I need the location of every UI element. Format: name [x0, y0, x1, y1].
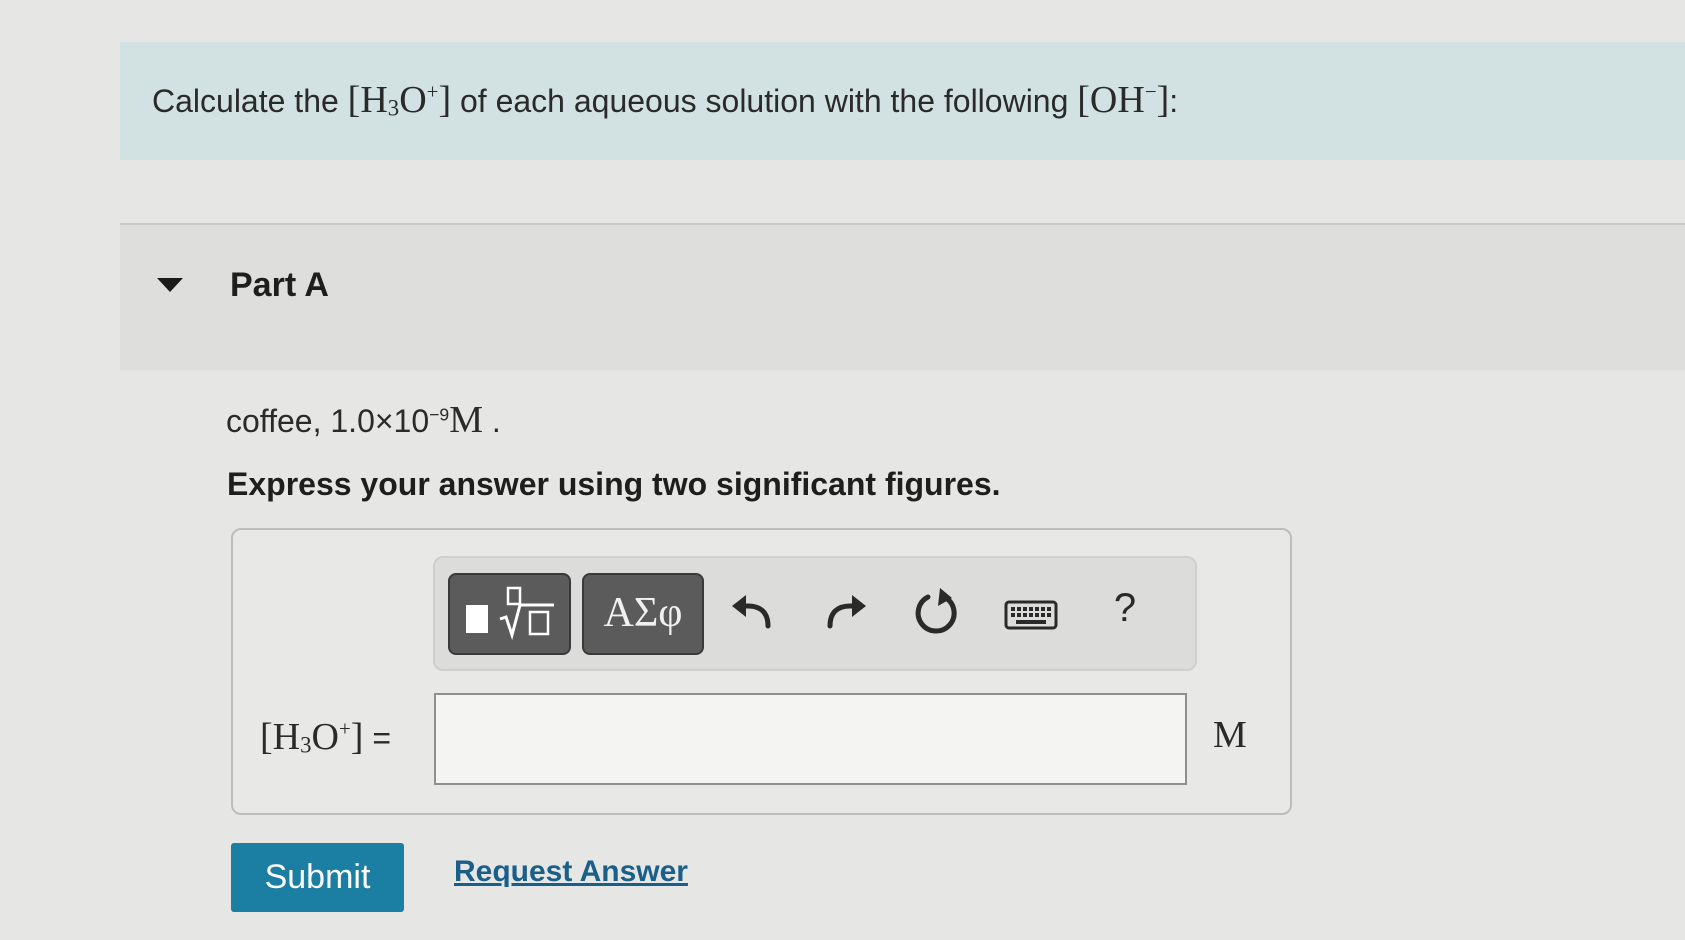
problem-prompt: coffee, 1.0×10−9M . — [226, 398, 501, 442]
prompt-mantissa: 1.0×10 — [330, 403, 430, 439]
lhs-equals: = — [363, 720, 391, 756]
submit-button[interactable]: Submit — [231, 843, 404, 912]
help-button[interactable]: ? — [1090, 586, 1160, 650]
question-text-end: : — [1169, 83, 1179, 119]
prompt-solution: coffee, — [226, 403, 331, 439]
templates-icon — [466, 586, 554, 641]
answer-variable-label: [H3O+] = — [260, 715, 391, 759]
h3o-formula: [H3O+] — [348, 79, 451, 121]
prompt-exponent: −9 — [429, 404, 450, 425]
prompt-unit: M — [449, 399, 483, 441]
oh-bracket-oh: [OH — [1077, 79, 1145, 121]
lhs-charge: + — [338, 716, 351, 741]
question-text: Calculate the [H3O+] of each aqueous sol… — [152, 78, 1178, 122]
lhs-oxygen: O — [311, 716, 339, 758]
h3o-bracket-h: [H — [347, 79, 388, 121]
keyboard-icon[interactable] — [996, 582, 1066, 646]
help-icon: ? — [1113, 586, 1137, 630]
lhs-subscript: 3 — [300, 732, 312, 758]
lhs-bracket-h: [H — [260, 716, 301, 758]
reset-icon[interactable] — [902, 582, 972, 646]
question-text-start: Calculate the — [152, 83, 348, 119]
undo-icon[interactable] — [718, 582, 788, 646]
part-title[interactable]: Part A — [230, 266, 329, 305]
oh-bracket-close: ] — [1156, 79, 1170, 121]
h3o-charge: + — [426, 79, 439, 104]
request-answer-link[interactable]: Request Answer — [454, 855, 688, 889]
oh-formula: [OH−] — [1077, 79, 1169, 121]
collapse-triangle-icon[interactable] — [157, 278, 183, 292]
question-text-middle: of each aqueous solution with the follow… — [451, 83, 1078, 119]
h3o-subscript: 3 — [387, 95, 400, 121]
answer-unit: M — [1213, 714, 1247, 756]
answer-input[interactable] — [434, 693, 1187, 785]
h3o-oxygen: O — [399, 79, 427, 121]
part-a-header[interactable] — [120, 225, 1685, 370]
instruction-text: Express your answer using two significan… — [227, 466, 1001, 502]
h3o-bracket-close: ] — [438, 79, 452, 121]
greek-symbols-button[interactable]: ΑΣφ — [582, 573, 704, 655]
lhs-bracket-close: ] — [350, 716, 364, 758]
redo-icon[interactable] — [810, 582, 880, 646]
oh-charge: − — [1144, 79, 1157, 104]
greek-symbols-label: ΑΣφ — [603, 590, 683, 636]
templates-button[interactable] — [448, 573, 571, 655]
prompt-end: . — [491, 403, 501, 439]
